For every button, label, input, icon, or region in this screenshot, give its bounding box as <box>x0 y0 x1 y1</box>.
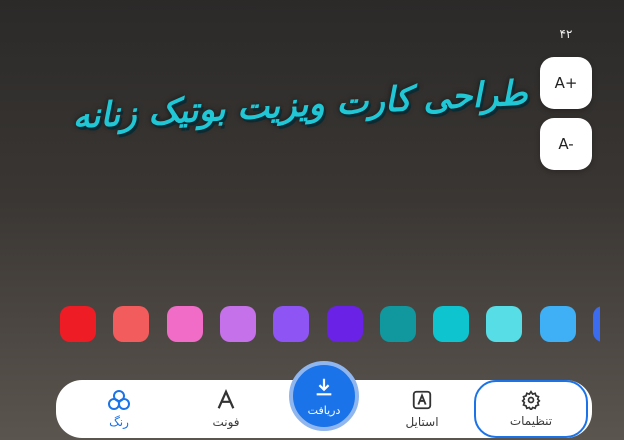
font-icon <box>215 389 237 411</box>
tab-color-label: رنگ <box>109 415 129 429</box>
increase-font-size-button[interactable]: A+ <box>540 57 592 109</box>
tab-color[interactable]: رنگ <box>78 380 160 438</box>
tab-settings-label: تنظیمات <box>509 414 553 428</box>
color-swatch[interactable] <box>166 306 203 342</box>
headline-text[interactable]: طراحی کارت ویزیت بوتیک زنانه <box>58 48 542 163</box>
download-label: دریافت <box>307 403 341 417</box>
style-icon <box>411 389 433 411</box>
color-swatch[interactable] <box>219 306 256 342</box>
color-palette <box>60 306 600 342</box>
color-swatch[interactable] <box>486 306 523 342</box>
tab-font-label: فونت <box>212 415 240 429</box>
color-swatch[interactable] <box>539 306 576 342</box>
decrease-font-size-button[interactable]: A- <box>540 118 592 170</box>
palette-icon <box>107 389 131 411</box>
color-swatch[interactable] <box>326 306 363 342</box>
color-swatch[interactable] <box>433 306 470 342</box>
color-swatch[interactable] <box>379 306 416 342</box>
color-swatch[interactable] <box>60 306 96 342</box>
color-swatch[interactable] <box>113 306 150 342</box>
tab-style-label: استایل <box>405 415 439 429</box>
gear-icon <box>521 390 541 410</box>
download-button[interactable]: دریافت <box>289 361 359 431</box>
tab-font[interactable]: فونت <box>180 380 272 438</box>
color-swatch[interactable] <box>593 306 600 342</box>
font-size-readout: ۴۲ <box>559 27 573 41</box>
tab-style[interactable]: استایل <box>376 380 468 438</box>
color-swatch[interactable] <box>273 306 310 342</box>
download-icon <box>313 376 335 402</box>
tab-settings[interactable]: تنظیمات <box>474 380 588 438</box>
